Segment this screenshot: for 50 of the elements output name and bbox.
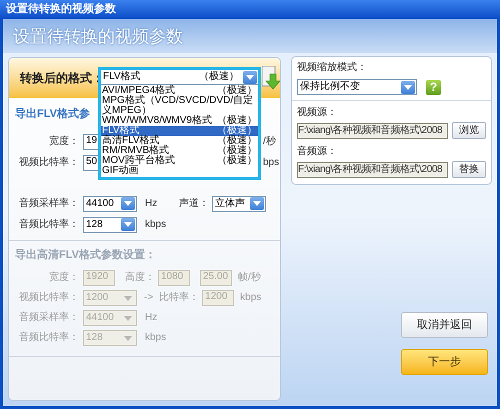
dropdown[interactable]: 44100	[83, 196, 137, 212]
field-label: 视频比特率：	[18, 158, 79, 168]
browse-button[interactable]: 浏览	[452, 122, 486, 139]
caret-icon	[250, 197, 264, 210]
field-label: 宽度：	[48, 273, 79, 283]
field-label: 音频采样率：	[18, 313, 79, 323]
browse-button[interactable]: 替换	[452, 161, 486, 178]
cancel-button[interactable]: 取消并返回	[401, 312, 488, 338]
dropdown-option[interactable]: AVI/MPEG4格式 （极速）	[101, 86, 258, 96]
field-label: 宽度：	[48, 136, 79, 146]
dropdown-option[interactable]: MPG格式（VCD/SVCD/DVD/自定义MPEG）	[101, 96, 258, 116]
field-label: 音频源：	[297, 147, 338, 157]
dropdown-option[interactable]: GIF动画	[101, 166, 258, 176]
caret-icon	[243, 70, 257, 84]
field-label: ->	[144, 293, 154, 303]
field-label: 帧/秒	[238, 273, 261, 283]
section-title: 导出FLV格式参	[15, 106, 90, 122]
path-field[interactable]: F:\xiang\各种视频和音频格式\2008	[297, 162, 448, 178]
field-label: 音频采样率：	[18, 198, 79, 208]
dropdown[interactable]: 立体声	[212, 196, 266, 212]
field-label: 视频比特率：	[18, 293, 79, 303]
field-label: 高度：	[125, 273, 155, 283]
field-label: kbps	[240, 293, 262, 303]
dropdown-option[interactable]: MOV跨平台格式 （极速）	[101, 156, 258, 166]
field-label: 音频比特率：	[18, 333, 79, 343]
field-label: 视频缩放模式：	[297, 63, 368, 73]
field-label: 声道：	[179, 198, 210, 208]
field-label: /秒	[263, 136, 276, 146]
field-label: Hz	[145, 313, 158, 323]
field-label: bps	[263, 158, 280, 168]
field-label: 比特率：	[159, 293, 200, 303]
field-label: Hz	[145, 198, 158, 208]
next-button[interactable]: 下一步	[401, 349, 488, 375]
section-title: 导出高清FLV格式参数设置：	[14, 248, 157, 262]
dropdown[interactable]: 保持比例不变	[297, 79, 417, 95]
field-label: kbps	[145, 220, 166, 230]
format-dropdown[interactable]: FLV格式 （极速）	[101, 70, 258, 85]
path-field[interactable]: F:\xiang\各种视频和音频格式\2008	[297, 122, 448, 138]
dropdown-option[interactable]: WMV/WMV8/WMV9格式 （极速）	[101, 116, 258, 126]
caret-icon	[401, 80, 415, 94]
dropdown-option[interactable]: RM/RMVB格式 （极速）	[101, 146, 258, 156]
dialog-heading: 设置待转换的视频参数	[13, 28, 183, 44]
field-label: 音频比特率：	[18, 220, 79, 230]
field-label: 视频源：	[297, 108, 338, 118]
dropdown[interactable]: 128	[83, 216, 137, 232]
dropdown-option[interactable]: 高清FLV格式 （极速）	[101, 136, 258, 146]
field-label: kbps	[145, 333, 166, 343]
caret-icon	[121, 218, 135, 231]
window-title: 设置待转换的视频参数	[6, 4, 116, 15]
caret-icon	[121, 197, 135, 210]
